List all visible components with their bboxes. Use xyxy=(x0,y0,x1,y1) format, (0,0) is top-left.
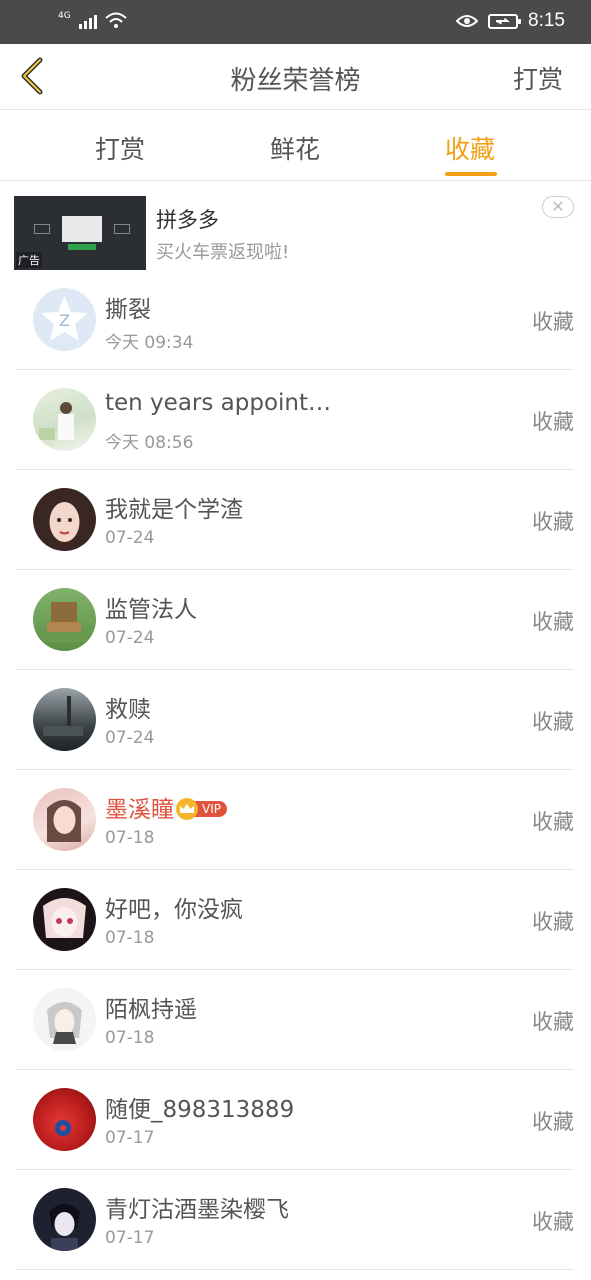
svg-text:Z: Z xyxy=(59,311,70,330)
ad-subtitle[interactable]: 买火车票返现啦! xyxy=(156,238,289,264)
avatar[interactable]: Z xyxy=(33,288,96,351)
battery-charging-icon xyxy=(488,13,522,29)
list-item[interactable]: 我就是个学渣 07-24 收藏 xyxy=(16,470,574,570)
fan-name: 好吧，你没疯 xyxy=(105,897,243,923)
list-item[interactable]: Z 撕裂 今天 09:34 收藏 xyxy=(16,270,574,370)
fan-action: 收藏 xyxy=(532,1110,574,1134)
avatar[interactable] xyxy=(33,688,96,751)
list-item[interactable]: ten years appoint… 今天 08:56 收藏 xyxy=(16,370,574,470)
list-item[interactable]: 监管法人 07-24 收藏 xyxy=(16,570,574,670)
avatar[interactable] xyxy=(33,788,96,851)
status-right: 8:15 xyxy=(456,10,565,32)
ad-image[interactable]: 广告 xyxy=(14,196,146,270)
status-time: 8:15 xyxy=(528,10,565,31)
fan-name: 我就是个学渣 xyxy=(105,497,243,523)
ad-image-dialog xyxy=(62,216,102,242)
fan-action: 收藏 xyxy=(532,810,574,834)
fan-name: 救赎 xyxy=(105,697,151,723)
fan-time: 07-18 xyxy=(105,928,155,948)
fan-action: 收藏 xyxy=(532,1010,574,1034)
avatar[interactable] xyxy=(33,588,96,651)
ad-banner[interactable]: 广告 拼多多 买火车票返现啦! ✕ xyxy=(0,182,591,272)
tab-favorites[interactable]: 收藏 xyxy=(445,130,495,166)
fan-action: 收藏 xyxy=(532,910,574,934)
fan-time: 07-18 xyxy=(105,1028,155,1048)
network-type: 4G xyxy=(58,11,71,21)
ad-image-decoration xyxy=(34,224,50,234)
fan-name: 墨溪瞳 xyxy=(105,797,174,823)
fan-time: 07-24 xyxy=(105,628,155,648)
fan-action: 收藏 xyxy=(532,710,574,734)
fan-list: Z 撕裂 今天 09:34 收藏 ten years appoint… 今天 0… xyxy=(0,270,591,1270)
fan-name: 随便_898313889 xyxy=(105,1097,295,1123)
avatar[interactable] xyxy=(33,1188,96,1251)
vip-badge: VIP xyxy=(176,796,227,822)
avatar[interactable] xyxy=(33,488,96,551)
list-item[interactable]: 好吧，你没疯 07-18 收藏 xyxy=(16,870,574,970)
ad-tag: 广告 xyxy=(16,252,42,268)
fan-name: 撕裂 xyxy=(105,297,151,323)
ad-image-decoration xyxy=(114,224,130,234)
page-title: 粉丝荣誉榜 xyxy=(230,66,361,96)
ad-image-button xyxy=(68,244,96,250)
vip-label: VIP xyxy=(194,801,227,817)
avatar[interactable] xyxy=(33,388,96,451)
fan-time: 07-24 xyxy=(105,728,155,748)
fan-name-vip: 墨溪瞳 VIP xyxy=(105,790,227,824)
avatar[interactable] xyxy=(33,1088,96,1151)
list-item[interactable]: 陌枫持遥 07-18 收藏 xyxy=(16,970,574,1070)
fan-name: 青灯沽酒墨染樱飞 xyxy=(105,1197,289,1223)
fan-time: 今天 09:34 xyxy=(105,333,194,353)
fan-action: 收藏 xyxy=(532,410,574,434)
fan-name: 陌枫持遥 xyxy=(105,997,197,1023)
status-bar: 4G 8:15 xyxy=(0,0,591,44)
crown-icon xyxy=(176,798,198,820)
list-item[interactable]: 救赎 07-24 收藏 xyxy=(16,670,574,770)
fan-action: 收藏 xyxy=(532,1210,574,1234)
fan-action: 收藏 xyxy=(532,310,574,334)
fan-time: 今天 08:56 xyxy=(105,433,194,453)
app-header: 粉丝荣誉榜 打赏 xyxy=(0,44,591,110)
ad-title[interactable]: 拼多多 xyxy=(156,204,219,234)
reward-button[interactable]: 打赏 xyxy=(513,60,563,96)
avatar[interactable] xyxy=(33,888,96,951)
fan-time: 07-17 xyxy=(105,1128,155,1148)
fan-time: 07-18 xyxy=(105,828,155,848)
list-item[interactable]: 青灯沽酒墨染樱飞 07-17 收藏 xyxy=(16,1170,574,1270)
eye-icon xyxy=(456,15,479,27)
close-icon[interactable]: ✕ xyxy=(542,196,574,218)
fan-name: ten years appoint… xyxy=(105,390,332,416)
wifi-icon xyxy=(105,12,127,28)
fan-time: 07-17 xyxy=(105,1228,155,1248)
list-item[interactable]: 随便_898313889 07-17 收藏 xyxy=(16,1070,574,1170)
fan-action: 收藏 xyxy=(532,510,574,534)
tab-reward[interactable]: 打赏 xyxy=(95,130,145,166)
signal-icon xyxy=(78,13,97,29)
status-left: 4G xyxy=(58,11,127,29)
fan-name: 监管法人 xyxy=(105,597,197,623)
list-item[interactable]: 墨溪瞳 VIP 07-18 收藏 xyxy=(16,770,574,870)
tab-bar: 打赏 鲜花 收藏 xyxy=(0,110,591,181)
tab-flowers[interactable]: 鲜花 xyxy=(270,130,320,166)
fan-action: 收藏 xyxy=(532,610,574,634)
tab-active-indicator xyxy=(445,172,497,176)
fan-time: 07-24 xyxy=(105,528,155,548)
avatar[interactable] xyxy=(33,988,96,1051)
